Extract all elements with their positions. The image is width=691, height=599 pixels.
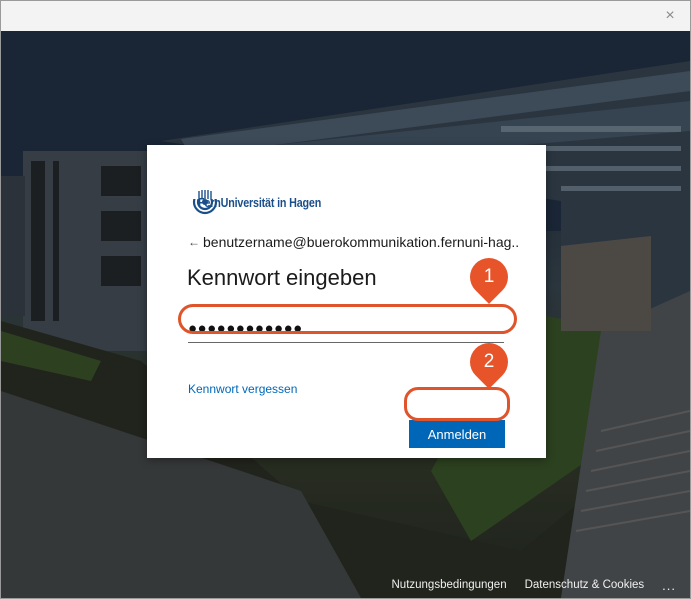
page-title: Kennwort eingeben xyxy=(187,265,377,290)
terms-link[interactable]: Nutzungsbedingungen xyxy=(392,579,507,591)
privacy-link[interactable]: Datenschutz & Cookies xyxy=(525,579,645,591)
back-arrow-icon[interactable]: ← xyxy=(188,235,200,249)
sign-in-button[interactable]: Anmelden xyxy=(409,420,505,448)
step-1-number: 1 xyxy=(483,266,495,287)
password-mask: ●●●●●●●●●●●● xyxy=(188,320,303,337)
footer: Nutzungsbedingungen Datenschutz & Cookie… xyxy=(1,572,690,598)
university-logo: FernUniversität in Hagen xyxy=(192,189,341,217)
background-image: FernUniversität in Hagen ← benutzername@… xyxy=(1,31,690,598)
university-logo-text: FernUniversität in Hagen xyxy=(198,196,322,210)
identity-banner: ← benutzername@buerokommunikation.fernun… xyxy=(188,234,520,250)
close-icon[interactable]: × xyxy=(660,6,680,26)
password-field[interactable]: ●●●●●●●●●●●● xyxy=(188,315,504,343)
more-options-icon[interactable]: ... xyxy=(662,578,676,593)
identity-email: benutzername@buerokommunikation.fernuni-… xyxy=(203,234,520,250)
title-bar: × xyxy=(1,1,690,31)
forgot-password-link[interactable]: Kennwort vergessen xyxy=(188,382,297,396)
step-2-number: 2 xyxy=(483,351,495,372)
sign-in-window: × FernUniversität in Hagen ← benutzernam… xyxy=(0,0,691,599)
